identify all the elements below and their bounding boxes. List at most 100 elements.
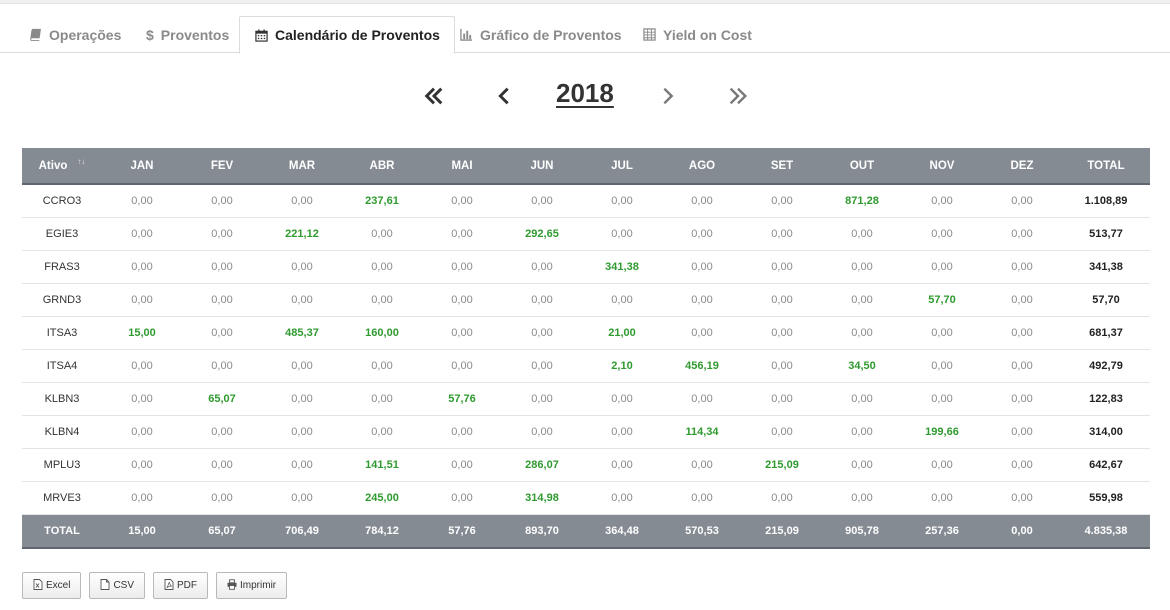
tab-operacoes[interactable]: Operações xyxy=(28,16,121,53)
month-value-cell: 0,00 xyxy=(822,481,902,515)
month-value-cell: 0,00 xyxy=(742,250,822,284)
month-value-cell: 0,00 xyxy=(262,382,342,416)
tab-calendario-proventos[interactable]: Calendário de Proventos xyxy=(239,16,455,54)
row-total-cell: 122,83 xyxy=(1062,382,1150,416)
table-row: FRAS3 0,00 0,00 0,00 0,00 0,00 0,00 341,38 0,00 0… xyxy=(22,250,1150,284)
month-value-cell: 0,00 xyxy=(582,184,662,218)
month-value-cell: 0,00 xyxy=(982,448,1062,482)
column-header-label: Ativo xyxy=(38,159,68,172)
row-total-cell: 57,70 xyxy=(1062,283,1150,317)
column-header: JUL xyxy=(582,148,662,185)
month-value-cell: 114,34 xyxy=(662,415,742,449)
month-value-cell: 0,00 xyxy=(822,448,902,482)
month-value-cell: 0,00 xyxy=(902,184,982,218)
first-year-button[interactable] xyxy=(422,86,446,110)
month-total: 257,36 xyxy=(902,514,982,549)
column-header: MAI xyxy=(422,148,502,185)
column-header: DEZ xyxy=(982,148,1062,185)
ativo-cell: CCRO3 xyxy=(22,184,102,218)
sort-icon[interactable]: ↑↓ xyxy=(77,157,85,166)
month-value-cell: 0,00 xyxy=(822,382,902,416)
export-csv-button[interactable]: CSV xyxy=(89,572,146,599)
month-value-cell: 0,00 xyxy=(662,316,742,350)
ativo-cell: FRAS3 xyxy=(22,250,102,284)
chevron-right-icon xyxy=(657,85,679,112)
month-value-cell: 0,00 xyxy=(662,382,742,416)
month-value-cell: 0,00 xyxy=(422,448,502,482)
button-label: Imprimir xyxy=(240,580,277,591)
month-value-cell: 0,00 xyxy=(982,217,1062,251)
current-year[interactable]: 2018 xyxy=(556,78,614,109)
month-value-cell: 0,00 xyxy=(982,349,1062,383)
tab-label: Gráfico de Proventos xyxy=(480,26,622,43)
row-total-cell: 1.108,89 xyxy=(1062,184,1150,218)
month-value-cell: 0,00 xyxy=(902,448,982,482)
row-total-cell: 341,38 xyxy=(1062,250,1150,284)
month-value-cell: 0,00 xyxy=(982,316,1062,350)
month-value-cell: 0,00 xyxy=(422,481,502,515)
month-total: 0,00 xyxy=(982,514,1062,549)
month-value-cell: 2,10 xyxy=(582,349,662,383)
month-total: 65,07 xyxy=(182,514,262,549)
export-excel-button[interactable]: Excel xyxy=(22,572,82,599)
table-row: MRVE3 0,00 0,00 0,00 245,00 0,00 314,98 0,00 0,0… xyxy=(22,481,1150,515)
month-value-cell: 0,00 xyxy=(342,283,422,317)
tab-proventos[interactable]: $ Proventos xyxy=(146,16,229,53)
tab-label: Calendário de Proventos xyxy=(275,27,440,43)
month-value-cell: 0,00 xyxy=(102,349,182,383)
tab-grafico-proventos[interactable]: Gráfico de Proventos xyxy=(459,16,622,53)
month-value-cell: 0,00 xyxy=(342,382,422,416)
month-value-cell: 0,00 xyxy=(902,250,982,284)
column-header: SET xyxy=(742,148,822,185)
month-value-cell: 292,65 xyxy=(502,217,582,251)
column-header: JUN xyxy=(502,148,582,185)
month-value-cell: 0,00 xyxy=(342,250,422,284)
month-value-cell: 0,00 xyxy=(742,481,822,515)
month-value-cell: 0,00 xyxy=(182,250,262,284)
tab-label: Yield on Cost xyxy=(663,26,752,43)
month-value-cell: 0,00 xyxy=(182,448,262,482)
dividends-calendar-table: Ativo ↑↓ JAN FEV MAR ABR MAI JUN JUL AGO … xyxy=(22,148,1150,549)
month-value-cell: 21,00 xyxy=(582,316,662,350)
row-total-cell: 559,98 xyxy=(1062,481,1150,515)
month-value-cell: 0,00 xyxy=(582,415,662,449)
month-value-cell: 0,00 xyxy=(662,283,742,317)
month-value-cell: 0,00 xyxy=(742,184,822,218)
month-value-cell: 0,00 xyxy=(582,283,662,317)
month-value-cell: 0,00 xyxy=(982,250,1062,284)
month-value-cell: 0,00 xyxy=(902,481,982,515)
month-value-cell: 0,00 xyxy=(342,349,422,383)
next-year-button[interactable] xyxy=(656,86,680,110)
ativo-cell: KLBN3 xyxy=(22,382,102,416)
export-pdf-button[interactable]: PDF xyxy=(153,572,209,599)
table-row: ITSA4 0,00 0,00 0,00 0,00 0,00 0,00 2,10 456,19 0… xyxy=(22,349,1150,383)
month-value-cell: 0,00 xyxy=(822,283,902,317)
month-total: 905,78 xyxy=(822,514,902,549)
month-value-cell: 0,00 xyxy=(182,184,262,218)
month-value-cell: 0,00 xyxy=(582,481,662,515)
previous-year-button[interactable] xyxy=(492,86,516,110)
month-value-cell: 0,00 xyxy=(822,316,902,350)
month-value-cell: 0,00 xyxy=(742,283,822,317)
tab-yield-on-cost[interactable]: Yield on Cost xyxy=(642,16,752,53)
month-value-cell: 65,07 xyxy=(182,382,262,416)
month-value-cell: 0,00 xyxy=(502,316,582,350)
month-value-cell: 286,07 xyxy=(502,448,582,482)
month-value-cell: 0,00 xyxy=(502,184,582,218)
tab-bar: Operações $ Proventos Calendário de Prov… xyxy=(0,16,1170,54)
month-value-cell: 215,09 xyxy=(742,448,822,482)
double-chevron-left-icon xyxy=(423,85,445,112)
month-value-cell: 0,00 xyxy=(342,415,422,449)
month-value-cell: 141,51 xyxy=(342,448,422,482)
month-value-cell: 0,00 xyxy=(742,316,822,350)
month-value-cell: 0,00 xyxy=(182,283,262,317)
table-row: EGIE3 0,00 0,00 221,12 0,00 0,00 292,65 0,00 0,0… xyxy=(22,217,1150,251)
print-button[interactable]: Imprimir xyxy=(216,572,288,599)
month-value-cell: 485,37 xyxy=(262,316,342,350)
row-total-cell: 513,77 xyxy=(1062,217,1150,251)
column-header-ativo[interactable]: Ativo ↑↓ xyxy=(22,148,102,185)
month-value-cell: 0,00 xyxy=(982,481,1062,515)
month-value-cell: 0,00 xyxy=(822,217,902,251)
last-year-button[interactable] xyxy=(726,86,750,110)
month-total: 570,53 xyxy=(662,514,742,549)
